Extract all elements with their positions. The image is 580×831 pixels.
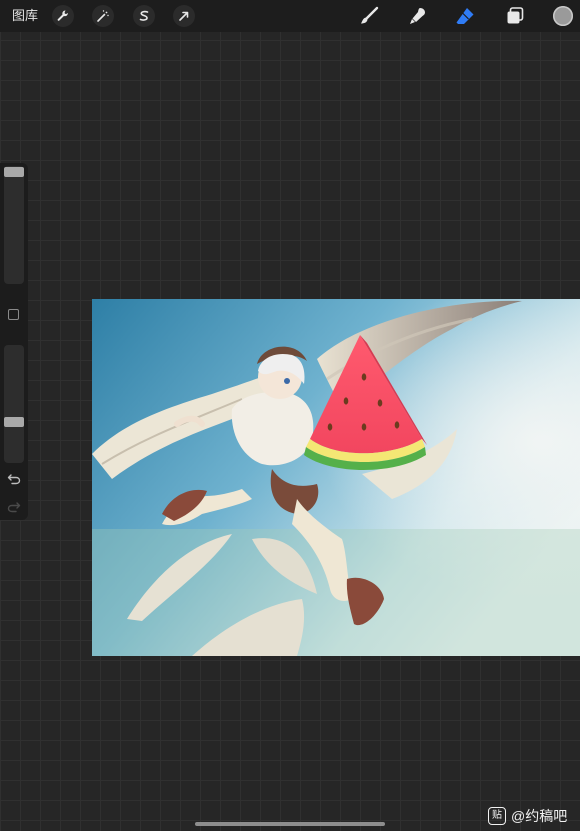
home-indicator[interactable] bbox=[195, 822, 385, 826]
actions-wrench-icon[interactable] bbox=[52, 5, 74, 27]
selection-icon[interactable] bbox=[133, 5, 155, 27]
watermark-text: @约稿吧 bbox=[511, 808, 568, 824]
smudge-icon[interactable] bbox=[405, 4, 429, 28]
illustration-image bbox=[92, 299, 580, 656]
sidebar bbox=[0, 163, 28, 520]
redo-icon[interactable] bbox=[6, 500, 22, 514]
color-picker-swatch[interactable] bbox=[553, 6, 573, 26]
eraser-icon[interactable] bbox=[453, 4, 477, 28]
opacity-thumb[interactable] bbox=[4, 417, 24, 427]
watermark-logo: 贴 bbox=[488, 807, 506, 825]
undo-icon[interactable] bbox=[6, 472, 22, 486]
gallery-button[interactable]: 图库 bbox=[12, 7, 38, 25]
watermark: 贴 @约稿吧 bbox=[488, 805, 567, 827]
adjustments-magic-wand-icon[interactable] bbox=[92, 5, 114, 27]
layers-icon[interactable] bbox=[503, 4, 527, 28]
canvas-artwork[interactable] bbox=[92, 299, 580, 656]
square-modify-icon[interactable] bbox=[8, 309, 19, 320]
transform-arrow-icon[interactable] bbox=[173, 5, 195, 27]
brush-size-slider[interactable] bbox=[4, 166, 24, 284]
top-toolbar: 图库 bbox=[0, 0, 580, 32]
brush-size-thumb[interactable] bbox=[4, 167, 24, 177]
opacity-slider[interactable] bbox=[4, 345, 24, 463]
procreate-app: 图库 贴 @约稿吧 bbox=[0, 0, 580, 831]
brush-icon[interactable] bbox=[357, 4, 381, 28]
